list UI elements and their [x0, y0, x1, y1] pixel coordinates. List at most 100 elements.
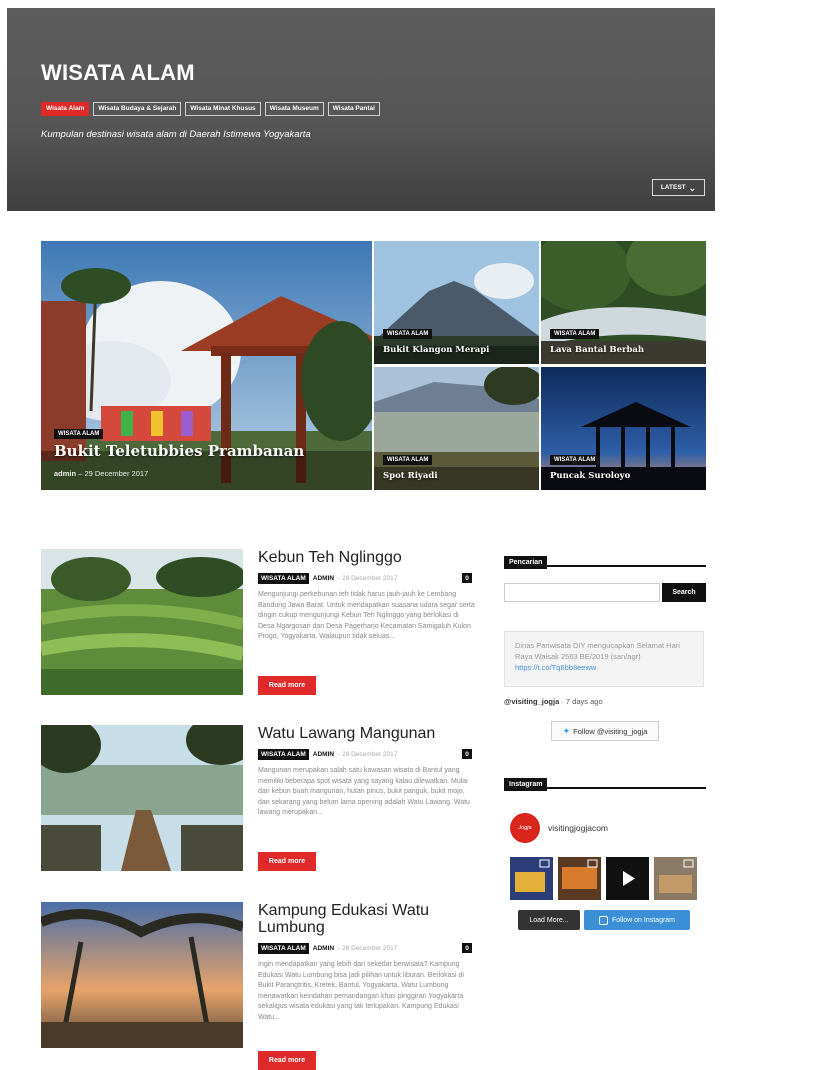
subnav-wisata-museum[interactable]: Wisata Museum: [264, 102, 324, 116]
post-excerpt: Ingin mendapatkan yang lebih dari sekeda…: [258, 961, 464, 1021]
instagram-feed: [510, 857, 697, 900]
widget-title-label: Instagram: [504, 778, 548, 791]
post-excerpt: Mengunjungi perkebunan teh tidak harus j…: [258, 591, 475, 640]
featured-title[interactable]: Bukit Klangon Merapi: [383, 345, 489, 355]
sidebar: Pencarian Search Dinas Pariwisata DIY me…: [504, 551, 706, 941]
post-meta: WISATA ALAM ADMIN - 28 December 2017: [258, 943, 397, 954]
post-author[interactable]: ADMIN: [313, 945, 334, 952]
subnav-wisata-pantai[interactable]: Wisata Pantai: [327, 102, 380, 116]
featured-meta: admin – 29 December 2017: [54, 469, 149, 478]
category-description: Kumpulan destinasi wisata alam di Daerah…: [41, 129, 311, 140]
post-title[interactable]: Kampung Edukasi Watu Lumbung: [258, 902, 468, 936]
follow-instagram-button[interactable]: Follow on Instagram: [584, 910, 690, 930]
instagram-username[interactable]: visitingjogjacom: [548, 823, 608, 833]
instagram-post[interactable]: [606, 857, 649, 900]
post-author[interactable]: ADMIN: [313, 751, 334, 758]
post-date-value: 28 December 2017: [342, 945, 398, 952]
photo-icon: [558, 857, 601, 900]
post-date-value: 28 December 2017: [342, 575, 398, 582]
featured-title[interactable]: Puncak Suroloyo: [550, 471, 630, 481]
photo-icon: [510, 857, 553, 900]
featured-grid: WISATA ALAM Bukit Teletubbies Prambanan …: [41, 241, 706, 490]
featured-title[interactable]: Bukit Teletubbies Prambanan: [54, 442, 304, 460]
avatar-text: Jogja: [518, 825, 532, 831]
play-icon: [606, 857, 649, 900]
post-category[interactable]: WISATA ALAM: [258, 573, 309, 584]
tweet-link[interactable]: https://t.co/Tq6bb8eeww: [515, 663, 596, 672]
post-image: [41, 549, 243, 695]
post-category[interactable]: WISATA ALAM: [258, 943, 309, 954]
featured-tile-klangon[interactable]: WISATA ALAM Bukit Klangon Merapi: [374, 241, 539, 364]
tweet-card: Dinas Pariwisata DIY mengucapkan Selamat…: [504, 631, 704, 687]
featured-tile-suroloyo[interactable]: WISATA ALAM Puncak Suroloyo: [541, 367, 706, 490]
featured-title[interactable]: Spot Riyadi: [383, 471, 438, 481]
post-item: Kebun Teh Nglinggo WISATA ALAM ADMIN - 2…: [41, 549, 491, 709]
post-title[interactable]: Watu Lawang Mangunan: [258, 725, 468, 742]
widget-title-label: Pencarian: [504, 556, 548, 569]
instagram-widget-title: Instagram: [504, 773, 706, 791]
avatar: Jogja: [510, 813, 540, 843]
instagram-post[interactable]: [654, 857, 697, 900]
read-more-button[interactable]: Read more: [258, 1051, 316, 1070]
comment-count[interactable]: 0: [462, 573, 472, 583]
featured-tile-main[interactable]: WISATA ALAM Bukit Teletubbies Prambanan …: [41, 241, 372, 490]
post-title[interactable]: Kebun Teh Nglinggo: [258, 549, 468, 566]
featured-category-badge[interactable]: WISATA ALAM: [550, 329, 600, 339]
subnav-wisata-alam[interactable]: Wisata Alam: [41, 102, 90, 116]
read-more-button[interactable]: Read more: [258, 852, 316, 871]
chevron-down-icon: ⌄: [688, 182, 697, 193]
subnav-wisata-minat-khusus[interactable]: Wisata Minat Khusus: [185, 102, 261, 116]
featured-date: 29 December 2017: [84, 469, 149, 478]
instagram-profile[interactable]: Jogja visitingjogjacom: [510, 813, 608, 843]
instagram-post[interactable]: [558, 857, 601, 900]
subnav-wisata-budaya[interactable]: Wisata Budaya & Sejarah: [93, 102, 182, 116]
featured-tile-berbah[interactable]: WISATA ALAM Lava Bantal Berbah: [541, 241, 706, 364]
instagram-post[interactable]: [510, 857, 553, 900]
post-image: [41, 725, 243, 871]
follow-twitter-button[interactable]: ✦ Follow @visiting_jogja: [551, 721, 659, 741]
tweet-username[interactable]: @visiting_jogja: [504, 697, 559, 706]
follow-twitter-label: Follow @visiting_jogja: [573, 726, 648, 736]
featured-category-badge[interactable]: WISATA ALAM: [383, 455, 433, 465]
sort-label: LATEST: [660, 184, 686, 191]
post-item: Watu Lawang Mangunan WISATA ALAM ADMIN -…: [41, 725, 491, 885]
subcategory-nav: Wisata Alam Wisata Budaya & Sejarah Wisa…: [41, 102, 380, 116]
instagram-icon: [598, 915, 608, 925]
load-more-button[interactable]: Load More...: [518, 910, 580, 930]
search-button[interactable]: Search: [662, 583, 706, 602]
post-excerpt: Mangunan merupakan salah satu kawasan wi…: [258, 767, 470, 816]
comment-count[interactable]: 0: [462, 943, 472, 953]
featured-category-badge[interactable]: WISATA ALAM: [550, 455, 600, 465]
tweet-author: @visiting_jogja · 7 days ago: [504, 697, 603, 706]
tweet-time: · 7 days ago: [561, 697, 603, 706]
post-author[interactable]: ADMIN: [313, 575, 334, 582]
post-category[interactable]: WISATA ALAM: [258, 749, 309, 760]
category-title: WISATA ALAM: [41, 60, 195, 85]
category-header: WISATA ALAM Wisata Alam Wisata Budaya & …: [7, 8, 715, 211]
post-date: - 28 December 2017: [338, 945, 398, 952]
post-thumbnail[interactable]: [41, 549, 243, 695]
follow-instagram-label: Follow on Instagram: [611, 916, 676, 924]
comment-count[interactable]: 0: [462, 749, 472, 759]
post-image: [41, 902, 243, 1048]
featured-category-badge[interactable]: WISATA ALAM: [54, 429, 104, 439]
post-thumbnail[interactable]: [41, 725, 243, 871]
featured-tile-riyadi[interactable]: WISATA ALAM Spot Riyadi: [374, 367, 539, 490]
twitter-icon: ✦: [562, 725, 571, 736]
post-meta: WISATA ALAM ADMIN - 28 December 2017: [258, 573, 397, 584]
search-widget-title: Pencarian: [504, 551, 706, 569]
post-date: - 28 December 2017: [338, 575, 398, 582]
post-item: Kampung Edukasi Watu Lumbung WISATA ALAM…: [41, 902, 491, 1070]
post-meta: WISATA ALAM ADMIN - 28 December 2017: [258, 749, 397, 760]
sort-dropdown[interactable]: LATEST ⌄: [652, 179, 705, 196]
post-date: - 28 December 2017: [338, 751, 398, 758]
search-input[interactable]: [504, 583, 660, 602]
featured-category-badge[interactable]: WISATA ALAM: [383, 329, 433, 339]
post-thumbnail[interactable]: [41, 902, 243, 1048]
featured-author[interactable]: admin: [54, 469, 76, 478]
featured-title[interactable]: Lava Bantal Berbah: [550, 345, 644, 355]
tweet-text: Dinas Pariwisata DIY mengucapkan Selamat…: [515, 641, 680, 661]
read-more-button[interactable]: Read more: [258, 676, 316, 695]
post-date-value: 28 December 2017: [342, 751, 398, 758]
photo-icon: [654, 857, 697, 900]
